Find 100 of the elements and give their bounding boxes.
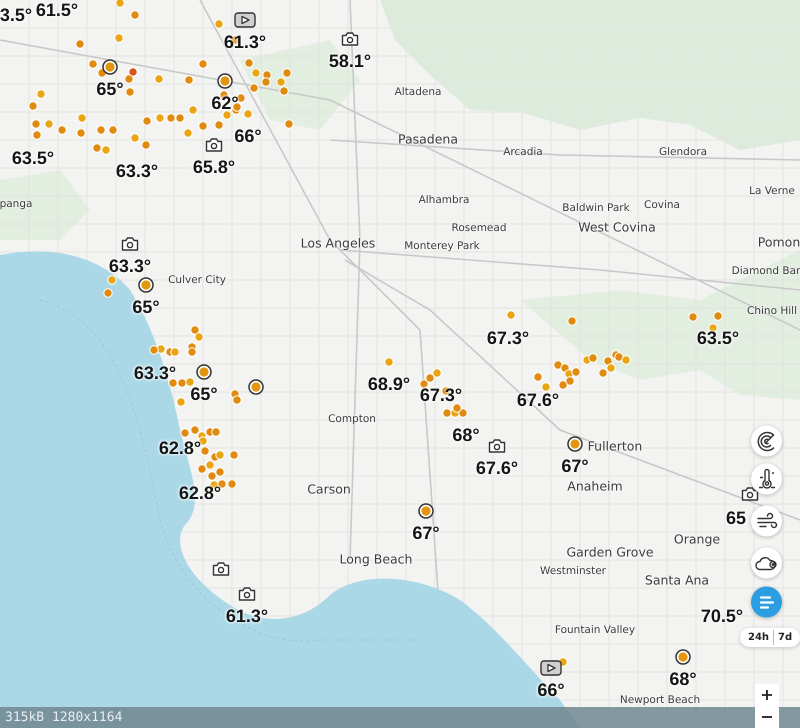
camera-icon[interactable] — [238, 586, 256, 602]
station-dot[interactable] — [244, 58, 254, 68]
station-dot[interactable] — [603, 356, 613, 366]
thermometer-icon — [756, 468, 776, 490]
camera-icon[interactable] — [488, 438, 506, 454]
station-dot[interactable] — [621, 355, 631, 365]
temperature-label[interactable]: 65° — [96, 80, 124, 100]
cloud-icon — [754, 555, 778, 571]
temperature-label[interactable]: 63.3° — [116, 162, 158, 182]
station-dot[interactable] — [567, 316, 577, 326]
station-dot[interactable] — [170, 347, 180, 357]
place-label: Pomon — [758, 234, 800, 250]
place-label: Compton — [328, 413, 376, 425]
place-label: Fountain Valley — [554, 624, 636, 636]
place-label: Culver City — [168, 274, 226, 286]
temperature-label[interactable]: 67° — [412, 524, 440, 544]
temperature-label[interactable]: 68° — [669, 670, 697, 690]
place-label: Orange — [674, 532, 720, 546]
place-label: Covina — [644, 199, 680, 211]
temperature-label[interactable]: 67.3° — [420, 386, 462, 406]
place-label: Carson — [307, 482, 351, 496]
camera-icon[interactable] — [212, 562, 230, 576]
temperature-label[interactable]: 65° — [190, 385, 218, 405]
station-dot[interactable] — [249, 83, 259, 93]
station-dot[interactable] — [458, 408, 468, 418]
station-dot[interactable] — [261, 77, 271, 87]
place-label: Long Beach — [340, 552, 412, 566]
temperature-label[interactable]: 67.6° — [516, 391, 560, 411]
place-label: Glendora — [659, 146, 707, 158]
temperature-label[interactable]: 68° — [452, 426, 480, 446]
temperature-label[interactable]: 3.5° — [0, 6, 32, 26]
station-dot[interactable] — [103, 288, 113, 298]
zoom-button[interactable]: + — [755, 684, 779, 706]
temperature-label[interactable]: 68.9° — [368, 375, 410, 395]
station-dot[interactable] — [236, 93, 246, 103]
station-dot[interactable] — [713, 311, 723, 321]
temperature-label[interactable]: 58.1° — [328, 52, 372, 72]
time-range-option[interactable]: 7d — [773, 630, 796, 645]
place-label: Diamond Bar — [732, 265, 800, 277]
station-marker-icon[interactable] — [418, 503, 434, 519]
temperature-label[interactable]: 62.8° — [178, 484, 222, 504]
station-dot[interactable] — [614, 352, 624, 362]
place-label: Westminster — [540, 565, 606, 577]
temperature-label[interactable]: 65 — [726, 509, 746, 529]
camera-icon[interactable] — [741, 486, 759, 502]
zoom-button[interactable]: − — [755, 706, 779, 728]
temperature-label[interactable]: 67° — [561, 457, 589, 477]
temperature-label[interactable]: 63.3° — [108, 257, 152, 277]
temperature-label[interactable]: 65.8° — [192, 158, 236, 178]
station-dot[interactable] — [279, 86, 289, 96]
place-label: Altadena — [394, 86, 442, 98]
video-icon[interactable] — [540, 660, 562, 676]
place-label: Monterey Park — [404, 240, 480, 252]
station-dot[interactable] — [282, 68, 292, 78]
station-marker-icon[interactable] — [675, 649, 691, 665]
radar-icon — [756, 431, 776, 451]
temperature-label[interactable]: 61.3° — [224, 33, 266, 53]
place-label: Chino Hill — [747, 305, 797, 317]
camera-icon[interactable] — [121, 236, 139, 252]
temperature-label[interactable]: 66° — [234, 127, 262, 147]
time-range-option[interactable]: 24h — [744, 630, 774, 645]
image-info-text: 315kB 1280x1164 — [5, 710, 122, 725]
station-dot[interactable] — [688, 312, 698, 322]
station-marker-icon[interactable] — [567, 436, 583, 452]
station-dot[interactable] — [232, 395, 242, 405]
station-marker-icon[interactable] — [217, 73, 233, 89]
video-icon[interactable] — [234, 12, 256, 28]
station-marker-icon[interactable] — [138, 277, 154, 293]
temperature-label[interactable]: 66° — [537, 681, 565, 701]
station-dot[interactable] — [222, 110, 232, 120]
station-marker-icon[interactable] — [102, 59, 118, 75]
station-dot[interactable] — [107, 275, 117, 285]
temperature-label[interactable]: 63.5° — [696, 329, 740, 349]
camera-icon[interactable] — [205, 138, 223, 152]
place-label: Baldwin Park — [562, 202, 630, 214]
temperature-label[interactable]: 65° — [132, 298, 160, 318]
station-dot[interactable] — [284, 119, 294, 129]
place-label: Rosemead — [452, 222, 506, 234]
station-dot[interactable] — [251, 68, 261, 78]
station-dot[interactable] — [149, 345, 159, 355]
station-dot[interactable] — [588, 353, 598, 363]
temperature-label[interactable]: 70.5° — [700, 607, 744, 627]
place-label: panga — [0, 198, 32, 210]
place-label: Los Angeles — [300, 236, 376, 250]
camera-icon[interactable] — [341, 32, 359, 46]
place-label: Newport Beach — [620, 694, 700, 706]
station-dot[interactable] — [168, 378, 178, 388]
temperature-label[interactable]: 62.8° — [158, 439, 202, 459]
temperature-label[interactable]: 63.3° — [134, 364, 176, 384]
station-dot[interactable] — [276, 77, 286, 87]
station-marker-icon[interactable] — [196, 364, 212, 380]
temperature-label[interactable]: 63.5° — [12, 149, 54, 169]
temperature-label[interactable]: 61.5° — [36, 1, 78, 21]
temperature-label[interactable]: 67.3° — [486, 329, 530, 349]
temperature-label[interactable]: 62° — [211, 94, 239, 114]
station-dot[interactable] — [606, 363, 616, 373]
temperature-label[interactable]: 61.3° — [226, 607, 268, 627]
station-marker-icon[interactable] — [248, 379, 264, 395]
temperature-label[interactable]: 67.6° — [476, 459, 518, 479]
place-label: Garden Grove — [566, 544, 654, 560]
